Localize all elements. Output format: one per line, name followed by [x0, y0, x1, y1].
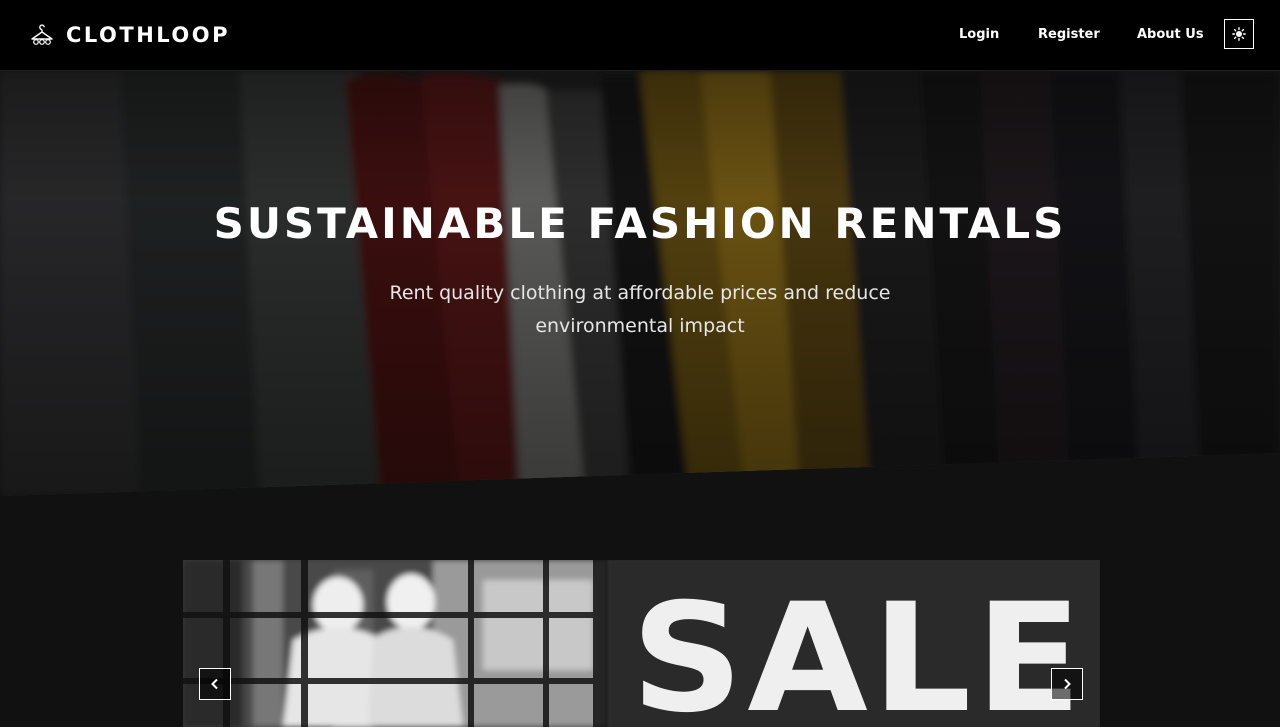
theme-toggle-button[interactable]: [1224, 19, 1254, 49]
nav-links: Login Register About Us: [0, 0, 1280, 70]
nav-link-about-us[interactable]: About Us: [1137, 26, 1204, 44]
sale-slide-image: SALE: [183, 560, 1100, 727]
hero-subtitle: Rent quality clothing at affordable pric…: [389, 282, 891, 337]
promo-carousel: SALE: [183, 560, 1100, 727]
hero-section: SUSTAINABLE FASHION RENTALS Rent quality…: [0, 71, 1280, 496]
sale-text: SALE: [631, 572, 1086, 727]
carousel-next-button[interactable]: [1051, 668, 1083, 700]
nav-link-register[interactable]: Register: [1038, 26, 1100, 44]
nav-link-login[interactable]: Login: [959, 26, 999, 44]
chevron-right-icon: [1064, 678, 1071, 690]
sun-icon: [1232, 27, 1246, 41]
top-navbar: CLOTHLOOP Login Register About Us: [0, 0, 1280, 71]
carousel-prev-button[interactable]: [199, 668, 231, 700]
chevron-left-icon: [211, 678, 218, 690]
hero-title: SUSTAINABLE FASHION RENTALS: [213, 199, 1067, 248]
